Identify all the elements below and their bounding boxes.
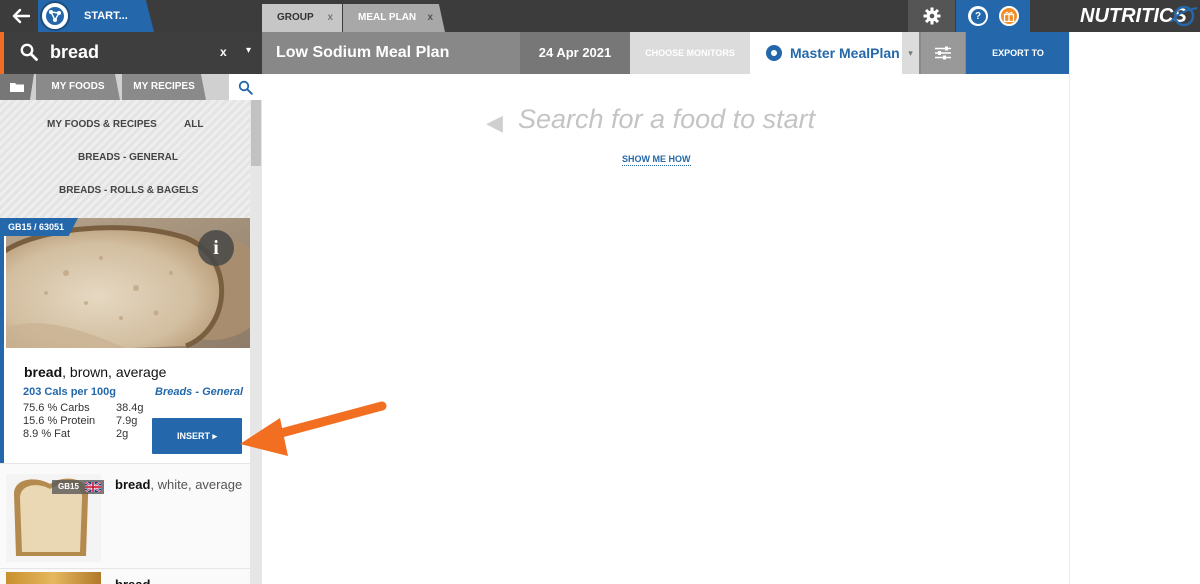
master-mealplan-select[interactable]: Master MealPlan xyxy=(750,32,902,74)
search-icon xyxy=(238,80,253,95)
food-thumbnail xyxy=(6,572,101,584)
food-name-keyword: bread xyxy=(115,477,151,492)
search-input[interactable] xyxy=(50,38,210,66)
content-edge xyxy=(1069,32,1070,584)
tab-my-recipes[interactable]: MY RECIPES xyxy=(122,74,206,100)
mealplan-icon xyxy=(766,45,782,61)
plan-title[interactable]: Low Sodium Meal Plan xyxy=(276,32,449,74)
food-name-rest: , brown, average xyxy=(62,364,167,380)
top-bar: START... GROUP x MEAL PLAN x ? NUTRITICS xyxy=(0,0,1200,32)
choose-monitors-button[interactable]: CHOOSE MONITORS xyxy=(630,32,750,74)
brand-swoosh-icon xyxy=(1170,5,1198,27)
tab-search[interactable] xyxy=(229,74,262,100)
result-item[interactable]: bread xyxy=(0,568,250,584)
show-me-how-link[interactable]: SHOW ME HOW xyxy=(622,154,691,166)
mealplan-dropdown-button[interactable]: ▾ xyxy=(902,32,919,74)
filter-my-foods-recipes[interactable]: MY FOODS & RECIPES xyxy=(47,119,157,130)
scrollbar-thumb[interactable] xyxy=(251,100,261,166)
category-label[interactable]: Breads - General xyxy=(155,386,243,398)
food-code: GB15 xyxy=(58,482,79,491)
plan-date[interactable]: 24 Apr 2021 xyxy=(520,32,630,74)
result-card[interactable]: GB15 / 63051 i bread, brown, average 203… xyxy=(0,218,250,463)
export-button[interactable]: EXPORT TO xyxy=(966,32,1070,74)
nutrient-label: 8.9 % Fat xyxy=(23,428,71,440)
nutrient-value: 38.4g xyxy=(116,402,144,414)
nutrient-value: 7.9g xyxy=(116,415,138,427)
food-name: bread xyxy=(115,577,150,584)
app-logo-icon[interactable] xyxy=(40,1,70,31)
sliders-icon xyxy=(935,46,951,60)
nutrient-label: 15.6 % Protein xyxy=(23,415,96,427)
start-label[interactable]: START... xyxy=(84,0,128,32)
food-name-rest: , white, average xyxy=(150,477,243,492)
tab-my-foods[interactable]: MY FOODS xyxy=(36,74,120,100)
food-name: bread, brown, average xyxy=(24,364,166,380)
search-dropdown-button[interactable]: ▾ xyxy=(246,45,251,56)
back-arrow-icon xyxy=(12,8,30,24)
filter-all[interactable]: ALL xyxy=(184,119,203,130)
food-name-keyword: bread xyxy=(24,364,63,380)
help-icon[interactable]: ? xyxy=(968,6,988,26)
tab-label: GROUP xyxy=(277,12,314,23)
folder-icon xyxy=(10,83,24,92)
left-arrow-icon: ◀ xyxy=(486,110,503,135)
search-bar: x ▾ xyxy=(0,32,262,74)
food-code-badge: GB15 xyxy=(52,480,104,494)
tab-label: MEAL PLAN xyxy=(358,12,417,23)
info-button[interactable]: i xyxy=(198,230,234,266)
search-icon xyxy=(20,43,38,61)
filter-links: MY FOODS & RECIPES ALL BREADS - GENERAL … xyxy=(0,100,250,218)
settings-button[interactable] xyxy=(908,0,955,32)
back-button[interactable] xyxy=(0,0,42,32)
tab-close-button[interactable]: x xyxy=(427,4,433,32)
tab-close-button[interactable]: x xyxy=(327,4,333,32)
food-name: bread, white, average xyxy=(115,476,245,493)
source-tabs: MY FOODS MY RECIPES xyxy=(0,74,262,100)
gift-icon[interactable] xyxy=(999,6,1019,26)
calories-label: 203 Cals per 100g xyxy=(23,386,116,398)
app-window: START... GROUP x MEAL PLAN x ? NUTRITICS… xyxy=(0,0,1200,584)
master-mealplan-label: Master MealPlan xyxy=(790,45,900,61)
gear-icon xyxy=(923,7,940,25)
result-item[interactable]: GB15 bread, white, average xyxy=(0,463,250,568)
folder-tab[interactable] xyxy=(0,74,34,100)
filter-breads-rolls-bagels[interactable]: BREADS - ROLLS & BAGELS xyxy=(59,185,198,196)
insert-button[interactable]: INSERT ▸ xyxy=(152,418,242,454)
help-glyph: ? xyxy=(970,8,986,24)
tab-group[interactable]: GROUP x xyxy=(262,4,342,32)
view-settings-button[interactable] xyxy=(921,32,965,74)
uk-flag-icon xyxy=(85,482,101,492)
empty-state-text: Search for a food to start xyxy=(518,104,816,134)
nutrient-label: 75.6 % Carbs xyxy=(23,402,90,414)
clear-search-button[interactable]: x xyxy=(220,45,227,59)
food-search-panel: x ▾ MY FOODS MY RECIPES MY FOODS & RECIP… xyxy=(0,32,262,584)
food-code-badge: GB15 / 63051 xyxy=(0,218,78,236)
filter-breads-general[interactable]: BREADS - GENERAL xyxy=(78,152,178,163)
tab-meal-plan[interactable]: MEAL PLAN x xyxy=(343,4,445,32)
meal-plan-header: Low Sodium Meal Plan 24 Apr 2021 CHOOSE … xyxy=(262,32,1070,74)
meal-plan-canvas: ◀ Search for a food to start SHOW ME HOW xyxy=(262,74,1070,584)
nutrient-value: 2g xyxy=(116,428,129,440)
results-scrollbar[interactable] xyxy=(250,100,262,584)
